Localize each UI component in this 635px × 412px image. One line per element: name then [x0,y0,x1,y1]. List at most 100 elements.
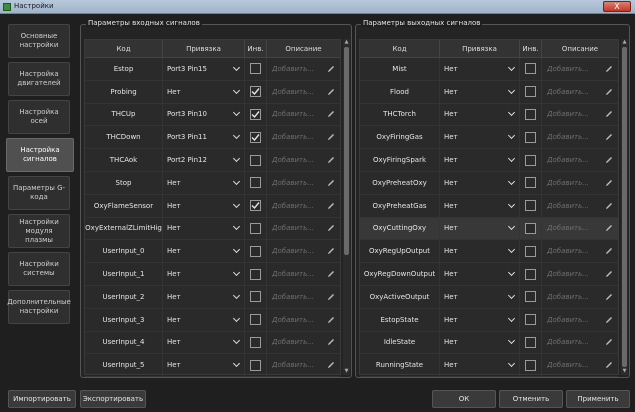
edit-pencil-icon[interactable] [605,270,613,278]
scroll-up-icon[interactable]: ▲ [343,39,350,46]
binding-select[interactable]: Нет [440,80,520,103]
binding-select[interactable]: Port2 Pin12 [163,149,245,171]
binding-select[interactable]: Нет [163,217,245,240]
description-field[interactable]: Добавить... [542,104,618,126]
invert-checkbox[interactable] [525,222,536,234]
table-row[interactable]: OxyRegDownOutput Нет Добавить... [360,263,618,286]
invert-checkbox[interactable] [250,63,261,75]
cancel-button[interactable]: Отменить [499,390,563,408]
edit-pencil-icon[interactable] [327,65,335,73]
binding-select[interactable]: Нет [163,308,245,331]
invert-checkbox[interactable] [525,268,536,280]
invert-checkbox[interactable] [525,245,536,257]
binding-select[interactable]: Нет [440,126,520,149]
edit-pencil-icon[interactable] [327,338,335,346]
edit-pencil-icon[interactable] [327,224,335,232]
invert-checkbox[interactable] [250,245,261,257]
binding-select[interactable]: Нет [440,149,520,171]
invert-checkbox[interactable] [525,86,536,98]
binding-select[interactable]: Нет [440,58,520,80]
binding-select[interactable]: Нет [440,331,520,354]
description-field[interactable]: Добавить... [267,218,340,240]
scroll-thumb[interactable] [344,47,349,255]
description-field[interactable]: Добавить... [542,240,618,262]
description-field[interactable]: Добавить... [267,263,340,285]
table-row[interactable]: Mist Нет Добавить... [360,58,618,81]
invert-checkbox[interactable] [250,200,261,212]
description-field[interactable]: Добавить... [267,286,340,308]
binding-select[interactable]: Port3 Pin10 [163,103,245,126]
description-field[interactable]: Добавить... [542,218,618,240]
invert-checkbox[interactable] [250,154,261,166]
description-field[interactable]: Добавить... [542,81,618,103]
binding-select[interactable]: Нет [163,331,245,354]
edit-pencil-icon[interactable] [605,202,613,210]
binding-select[interactable]: Нет [440,103,520,126]
header-binding[interactable]: Привязка [163,40,245,57]
edit-pencil-icon[interactable] [605,88,613,96]
description-field[interactable]: Добавить... [267,354,340,376]
description-field[interactable]: Добавить... [542,58,618,80]
description-field[interactable]: Добавить... [542,126,618,148]
invert-checkbox[interactable] [250,86,261,98]
edit-pencil-icon[interactable] [605,293,613,301]
header-code[interactable]: Код [85,40,163,57]
table-row[interactable]: UserInput_5 Нет Добавить... [85,354,340,378]
export-button[interactable]: Экспортировать [80,390,146,408]
invert-checkbox[interactable] [525,177,536,189]
description-field[interactable]: Добавить... [542,286,618,308]
invert-checkbox[interactable] [525,200,536,212]
binding-select[interactable]: Нет [163,171,245,194]
table-row[interactable]: OxyCuttingOxy Нет Добавить... [360,217,618,241]
table-row[interactable]: OxyPreheatOxy Нет Добавить... [360,171,618,195]
binding-select[interactable]: Port3 Pin11 [163,126,245,149]
binding-select[interactable]: Нет [163,80,245,103]
binding-select[interactable]: Нет [440,354,520,377]
description-field[interactable]: Добавить... [267,81,340,103]
header-inv[interactable]: Инв. [520,40,542,57]
table-row[interactable]: UserInput_1 Нет Добавить... [85,263,340,286]
edit-pencil-icon[interactable] [327,247,335,255]
edit-pencil-icon[interactable] [327,202,335,210]
invert-checkbox[interactable] [525,131,536,143]
table-row[interactable]: Flood Нет Добавить... [360,80,618,104]
binding-select[interactable]: Нет [440,263,520,285]
binding-select[interactable]: Port3 Pin15 [163,58,245,80]
binding-select[interactable]: Нет [440,171,520,194]
table-row[interactable]: THCUp Port3 Pin10 Добавить... [85,103,340,127]
description-field[interactable]: Добавить... [542,195,618,217]
table-row[interactable]: UserInput_4 Нет Добавить... [85,331,340,355]
edit-pencil-icon[interactable] [605,224,613,232]
description-field[interactable]: Добавить... [267,309,340,331]
description-field[interactable]: Добавить... [542,263,618,285]
table-row[interactable]: OxyFiringSpark Нет Добавить... [360,149,618,172]
binding-select[interactable]: Нет [163,263,245,285]
table-row[interactable]: OxyExternalZLimitHig Нет Добавить... [85,217,340,241]
edit-pencil-icon[interactable] [605,338,613,346]
table-row[interactable]: OxyActiveOutput Нет Добавить... [360,285,618,309]
invert-checkbox[interactable] [525,63,536,75]
invert-checkbox[interactable] [250,314,261,326]
invert-checkbox[interactable] [525,291,536,303]
table-row[interactable]: THCTorch Нет Добавить... [360,103,618,127]
description-field[interactable]: Добавить... [542,309,618,331]
description-field[interactable]: Добавить... [267,126,340,148]
invert-checkbox[interactable] [525,154,536,166]
invert-checkbox[interactable] [250,177,261,189]
invert-checkbox[interactable] [250,222,261,234]
edit-pencil-icon[interactable] [327,110,335,118]
apply-button[interactable]: Применить [566,390,630,408]
invert-checkbox[interactable] [525,359,536,371]
table-row[interactable]: OxyFlameSensor Нет Добавить... [85,194,340,218]
table-row[interactable]: Estop Port3 Pin15 Добавить... [85,58,340,81]
edit-pencil-icon[interactable] [327,361,335,369]
description-field[interactable]: Добавить... [542,149,618,171]
invert-checkbox[interactable] [250,291,261,303]
sidebar-item-basic[interactable]: Основные настройки [8,24,70,58]
edit-pencil-icon[interactable] [605,316,613,324]
edit-pencil-icon[interactable] [327,88,335,96]
binding-select[interactable]: Нет [440,240,520,263]
edit-pencil-icon[interactable] [605,110,613,118]
header-inv[interactable]: Инв. [245,40,267,57]
header-code[interactable]: Код [360,40,440,57]
